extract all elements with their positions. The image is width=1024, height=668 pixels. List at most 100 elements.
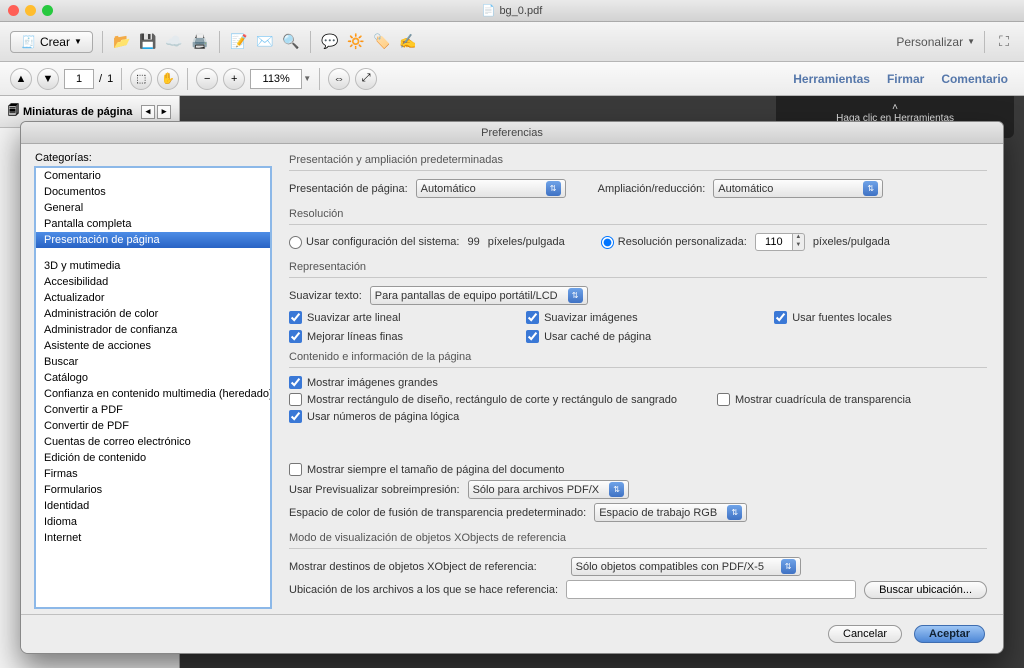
select-tool-icon[interactable]: ⬚: [130, 68, 152, 90]
fullscreen-icon[interactable]: ⛶: [994, 32, 1014, 52]
category-item[interactable]: Convertir de PDF: [36, 418, 270, 434]
minimize-button[interactable]: [25, 5, 36, 16]
overprint-label: Usar Previsualizar sobreimpresión:: [289, 484, 460, 496]
category-item[interactable]: Identidad: [36, 498, 270, 514]
category-item[interactable]: Comentario: [36, 168, 270, 184]
thumb-prev-button[interactable]: ◂: [141, 105, 155, 119]
page-up-button[interactable]: ▲: [10, 68, 32, 90]
customize-toolbar[interactable]: Personalizar ▼: [896, 35, 975, 49]
save-icon[interactable]: 💾: [138, 32, 158, 52]
close-button[interactable]: [8, 5, 19, 16]
zoom-input[interactable]: [250, 69, 302, 89]
primary-toolbar: 🧾 Crear ▼ 📂 💾 ☁️ 🖨️ 📝 ✉️ 🔍 💬 🔆 🏷️ ✍️ Per…: [0, 22, 1024, 62]
thumb-next-button[interactable]: ▸: [157, 105, 171, 119]
ppi-stepper[interactable]: ▲▼: [793, 233, 805, 251]
category-item[interactable]: Cuentas de correo electrónico: [36, 434, 270, 450]
section-rendering: Representación: [289, 261, 987, 273]
chevron-down-icon[interactable]: ▼: [303, 74, 311, 83]
category-item[interactable]: 3D y mutimedia: [36, 258, 270, 274]
edit-icon[interactable]: 📝: [229, 32, 249, 52]
custom-resolution-radio[interactable]: Resolución personalizada:: [601, 236, 747, 249]
sign-icon[interactable]: ✍️: [398, 32, 418, 52]
chevron-down-icon: ▼: [74, 37, 82, 46]
custom-ppi-input[interactable]: [755, 233, 793, 251]
category-item[interactable]: Confianza en contenido multimedia (hered…: [36, 386, 270, 402]
search-icon[interactable]: 🔍: [281, 32, 301, 52]
categories-label: Categorías:: [35, 152, 271, 164]
thumbnails-title: Miniaturas de página: [23, 106, 132, 118]
preferences-dialog: Preferencias Categorías: Comentario Docu…: [20, 121, 1004, 654]
fit-width-icon[interactable]: ⇔: [328, 68, 350, 90]
page-down-button[interactable]: ▼: [37, 68, 59, 90]
section-resolution: Resolución: [289, 208, 987, 220]
category-item[interactable]: Buscar: [36, 354, 270, 370]
cloud-icon[interactable]: ☁️: [164, 32, 184, 52]
category-item[interactable]: General: [36, 200, 270, 216]
transparency-grid-checkbox[interactable]: Mostrar cuadrícula de transparencia: [717, 393, 911, 406]
zoom-in-button[interactable]: +: [223, 68, 245, 90]
category-item[interactable]: Catálogo: [36, 370, 270, 386]
category-item-selected[interactable]: Presentación de página: [36, 232, 270, 248]
smooth-lineart-checkbox[interactable]: Suavizar arte lineal: [289, 311, 498, 324]
stamp-icon[interactable]: 🏷️: [372, 32, 392, 52]
print-icon[interactable]: 🖨️: [190, 32, 210, 52]
comment-icon[interactable]: 💬: [320, 32, 340, 52]
zoom-out-button[interactable]: −: [196, 68, 218, 90]
category-item[interactable]: Administración de color: [36, 306, 270, 322]
page-total: 1: [107, 73, 113, 85]
pdf-icon: 📄: [482, 4, 496, 17]
category-item[interactable]: Idioma: [36, 514, 270, 530]
thin-lines-checkbox[interactable]: Mejorar líneas finas: [289, 330, 498, 343]
overprint-select[interactable]: Sólo para archivos PDF/X⇅: [468, 480, 630, 499]
fit-page-icon[interactable]: ⤢: [355, 68, 377, 90]
create-pdf-icon: 🧾: [21, 35, 36, 49]
page-cache-checkbox[interactable]: Usar caché de página: [526, 330, 746, 343]
page-layout-select[interactable]: Automático⇅: [416, 179, 566, 198]
zoom-select[interactable]: Automático⇅: [713, 179, 883, 198]
cancel-button[interactable]: Cancelar: [828, 625, 902, 643]
ppi-unit: píxeles/pulgada: [813, 236, 890, 248]
ppi-unit: píxeles/pulgada: [488, 236, 565, 248]
comment-tab[interactable]: Comentario: [935, 72, 1014, 86]
page-layout-label: Presentación de página:: [289, 183, 408, 195]
open-icon[interactable]: 📂: [112, 32, 132, 52]
chevron-down-icon: ▼: [967, 37, 975, 46]
category-item[interactable]: Asistente de acciones: [36, 338, 270, 354]
logical-page-checkbox[interactable]: Usar números de página lógica: [289, 410, 699, 423]
category-item[interactable]: Edición de contenido: [36, 450, 270, 466]
system-ppi-value: 99: [467, 236, 479, 248]
category-item[interactable]: Pantalla completa: [36, 216, 270, 232]
system-resolution-radio[interactable]: Usar configuración del sistema:: [289, 236, 459, 249]
category-item[interactable]: Internet: [36, 530, 270, 546]
smooth-text-select[interactable]: Para pantallas de equipo portátil/LCD⇅: [370, 286, 588, 305]
preferences-title: Preferencias: [21, 122, 1003, 144]
local-fonts-checkbox[interactable]: Usar fuentes locales: [774, 311, 987, 324]
category-item[interactable]: Convertir a PDF: [36, 402, 270, 418]
show-boxes-checkbox[interactable]: Mostrar rectángulo de diseño, rectángulo…: [289, 393, 677, 406]
categories-list[interactable]: Comentario Documentos General Pantalla c…: [35, 167, 271, 608]
smooth-images-checkbox[interactable]: Suavizar imágenes: [526, 311, 746, 324]
category-item[interactable]: Firmas: [36, 466, 270, 482]
browse-button[interactable]: Buscar ubicación...: [864, 581, 987, 599]
category-item[interactable]: Formularios: [36, 482, 270, 498]
sign-tab[interactable]: Firmar: [881, 72, 930, 86]
accept-button[interactable]: Aceptar: [914, 625, 985, 643]
zoom-label: Ampliación/reducción:: [598, 183, 706, 195]
highlight-icon[interactable]: 🔆: [346, 32, 366, 52]
zoom-button[interactable]: [42, 5, 53, 16]
create-button[interactable]: 🧾 Crear ▼: [10, 31, 93, 53]
category-item[interactable]: Administrador de confianza: [36, 322, 270, 338]
mail-icon[interactable]: ✉️: [255, 32, 275, 52]
large-images-checkbox[interactable]: Mostrar imágenes grandes: [289, 376, 438, 389]
colorspace-select[interactable]: Espacio de trabajo RGB⇅: [594, 503, 747, 522]
file-location-input[interactable]: [566, 580, 856, 599]
page-current-input[interactable]: [64, 69, 94, 89]
category-item[interactable]: Accesibilidad: [36, 274, 270, 290]
tools-tab[interactable]: Herramientas: [787, 72, 876, 86]
create-label: Crear: [40, 35, 70, 49]
hand-tool-icon[interactable]: ✋: [157, 68, 179, 90]
category-item[interactable]: Actualizador: [36, 290, 270, 306]
category-item[interactable]: Documentos: [36, 184, 270, 200]
xobject-dest-select[interactable]: Sólo objetos compatibles con PDF/X-5⇅: [571, 557, 801, 576]
show-doc-size-checkbox[interactable]: Mostrar siempre el tamaño de página del …: [289, 463, 564, 476]
